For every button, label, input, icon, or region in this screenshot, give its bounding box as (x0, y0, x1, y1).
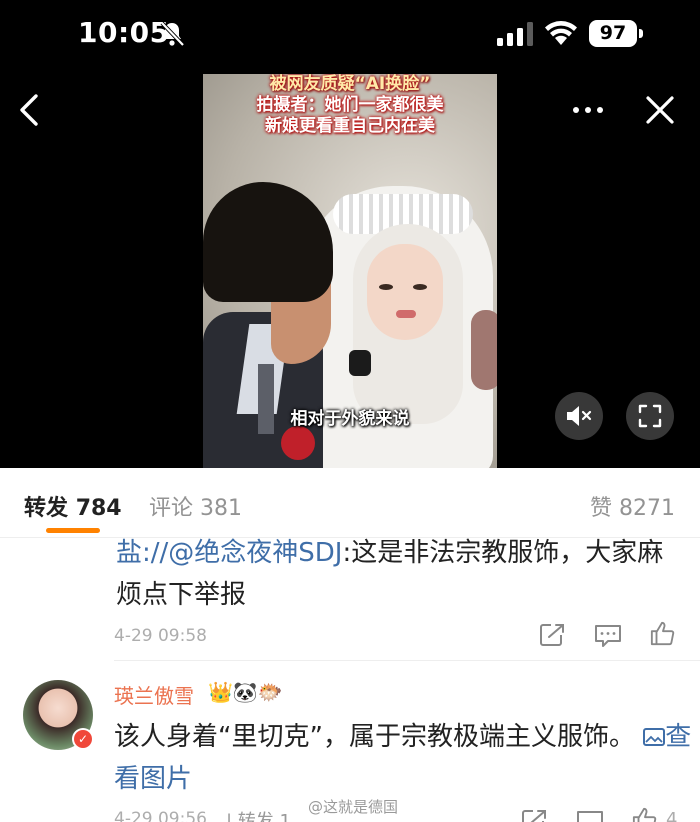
tab-repost-label: 转发 (24, 496, 69, 521)
caption-line-1: 被网友质疑“AI换脸” (269, 74, 431, 94)
repost-prefix: 盐:// (116, 538, 169, 568)
badge-icon: ✓ (74, 730, 92, 748)
repost-action-label: 转发 (237, 811, 274, 822)
tab-likes-label: 赞 (589, 496, 612, 521)
fullscreen-icon (638, 404, 662, 428)
bride-eye (379, 284, 393, 290)
tab-likes-count: 8271 (619, 496, 675, 521)
tab-likes[interactable]: 赞 8271 (590, 490, 675, 522)
back-arrow-icon[interactable] (12, 90, 48, 130)
repost-text: 该人身着“里切克”，属于宗教极端主义服饰。 查看图片 (114, 716, 694, 800)
bride-eye (413, 284, 427, 290)
caption-line-2: 拍摄者：她们一家都很美 (256, 95, 444, 115)
image-icon (643, 728, 666, 746)
lapel-microphone (349, 350, 371, 376)
signal-icon (497, 22, 533, 46)
close-icon[interactable] (640, 90, 680, 130)
thumbs-up-icon[interactable] (630, 806, 660, 822)
video-frame[interactable]: 被网友质疑“AI换脸” 拍摄者：她们一家都很美 新娘更看重自己内在美 相对于外貌… (203, 74, 497, 468)
verified-badge: ✓ (72, 728, 94, 750)
tab-comments-count: 381 (200, 496, 243, 521)
mute-button[interactable] (555, 392, 603, 440)
like-count: 4 (666, 809, 678, 822)
comment-icon[interactable] (575, 808, 605, 822)
battery-indicator: 97 (589, 20, 643, 47)
share-icon[interactable] (520, 808, 550, 822)
share-icon[interactable] (538, 622, 568, 648)
screen: 10:05 97 被网友质疑“AI换脸” 拍摄者：她们一家都很美 新娘更看重自己… (0, 0, 700, 822)
active-tab-indicator (46, 528, 100, 533)
repost-item: 盐://@绝念夜神SDJ:这是非法宗教服饰，大家麻烦点下举报 4-29 09:5… (0, 538, 700, 660)
status-time: 10:05 (78, 16, 170, 49)
thumbs-up-icon[interactable] (648, 620, 678, 646)
fullscreen-button[interactable] (626, 392, 674, 440)
wifi-icon (545, 21, 577, 45)
user-badges: 👑🐼🐡 (208, 680, 283, 704)
repost-action-count: 1 (279, 811, 291, 822)
more-options-icon[interactable] (568, 96, 608, 124)
groom-boutonniere (281, 426, 315, 460)
tab-comments-label: 评论 (149, 496, 194, 521)
speaker-muted-icon (567, 406, 592, 426)
watermark: @这就是德国 (308, 798, 399, 816)
tab-bar: 转发 784 评论 381 赞 8271 (0, 468, 700, 538)
bride-lips (396, 310, 416, 318)
username[interactable]: 瑛兰傲雪 (114, 680, 194, 709)
bell-muted-icon (160, 21, 185, 47)
status-bar: 10:05 97 (0, 0, 700, 70)
comment-icon[interactable] (593, 622, 623, 648)
repost-text: 盐://@绝念夜神SDJ:这是非法宗教服饰，大家麻烦点下举报 (116, 532, 686, 616)
video-subtitle: 相对于外貌来说 (290, 409, 410, 429)
repost-action-link[interactable]: | 转发 1 (226, 807, 291, 822)
divider (114, 660, 700, 661)
repost-date: 4-29 09:56 (114, 809, 207, 822)
background-person (471, 310, 497, 390)
repost-date: 4-29 09:58 (114, 626, 207, 646)
bride-face (367, 244, 443, 340)
caption-line-3: 新娘更看重自己内在美 (265, 116, 435, 136)
tab-repost-count: 784 (75, 496, 122, 521)
tab-comments[interactable]: 评论 381 (149, 490, 242, 522)
video-caption: 被网友质疑“AI换脸” 拍摄者：她们一家都很美 新娘更看重自己内在美 (203, 74, 497, 137)
user-mention-link[interactable]: @绝念夜神SDJ (168, 538, 342, 568)
repost-body: 该人身着“里切克”，属于宗教极端主义服饰。 (114, 722, 635, 752)
video-player-area[interactable]: 10:05 97 被网友质疑“AI换脸” 拍摄者：她们一家都很美 新娘更看重自己… (0, 0, 700, 468)
tab-repost[interactable]: 转发 784 (24, 490, 122, 522)
